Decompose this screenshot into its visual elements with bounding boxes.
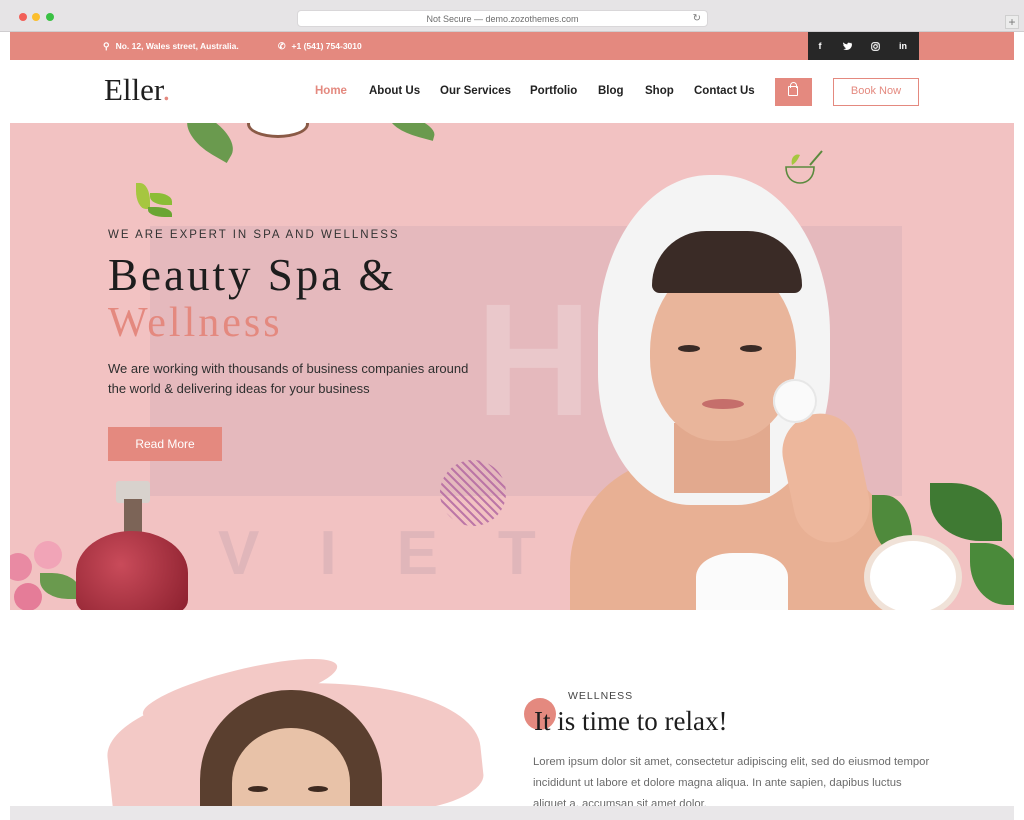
phone-text: +1 (541) 754-3010 xyxy=(291,41,362,51)
address-text: No. 12, Wales street, Australia. xyxy=(115,41,239,51)
web-page: ⚲ No. 12, Wales street, Australia. ✆ +1 (5… xyxy=(10,32,1014,806)
address-info: ⚲ No. 12, Wales street, Australia. xyxy=(103,32,239,60)
leaf-decoration xyxy=(40,573,80,599)
window-bottom-edge xyxy=(10,806,1014,820)
sprout-leaf xyxy=(148,207,172,217)
book-now-button[interactable]: Book Now xyxy=(833,78,919,106)
about-section: WELLNESS It is time to relax! Lorem ipsu… xyxy=(10,610,1014,806)
shell-decoration xyxy=(250,123,306,135)
mortar-herb-icon xyxy=(785,150,823,184)
nav-shop[interactable]: Shop xyxy=(645,60,674,123)
address-bar[interactable]: Not Secure — demo.zozothemes.com ↻ xyxy=(297,10,708,27)
sprout-icon xyxy=(136,183,150,209)
phone-info[interactable]: ✆ +1 (541) 754-3010 xyxy=(278,32,362,60)
shopping-bag-icon xyxy=(788,82,798,96)
maximize-window-dot[interactable] xyxy=(46,13,54,21)
nav-contact-us[interactable]: Contact Us xyxy=(694,60,755,123)
location-pin-icon: ⚲ xyxy=(103,41,110,51)
social-links: f in xyxy=(808,32,919,60)
leaf-decoration xyxy=(178,123,242,163)
model-portrait-eye xyxy=(308,786,328,792)
reload-icon[interactable]: ↻ xyxy=(693,11,701,27)
hero-title-line1: Beauty Spa & xyxy=(108,250,397,300)
nav-blog[interactable]: Blog xyxy=(598,60,624,123)
flower-decoration xyxy=(14,583,42,610)
minimize-window-dot[interactable] xyxy=(32,13,40,21)
model-eye xyxy=(740,345,762,352)
hero-title-line2: Wellness xyxy=(108,300,283,346)
phone-icon: ✆ xyxy=(278,41,286,51)
main-header: Eller. Home About Us Our Services Portfo… xyxy=(10,60,1014,123)
close-window-dot[interactable] xyxy=(19,13,27,21)
hero-section: H VIETN WE ARE EXPERT IN SPA AND WELLNES… xyxy=(10,123,1014,610)
model-portrait-eye xyxy=(248,786,268,792)
nav-about-us[interactable]: About Us xyxy=(369,60,420,123)
site-logo[interactable]: Eller. xyxy=(104,72,170,108)
hero-eyebrow: WE ARE EXPERT IN SPA AND WELLNESS xyxy=(108,229,400,241)
section-tag: WELLNESS xyxy=(568,690,634,702)
flower-decoration xyxy=(10,553,32,581)
model-top xyxy=(696,553,788,610)
nav-home[interactable]: Home xyxy=(315,60,347,123)
linkedin-icon[interactable]: in xyxy=(896,32,910,60)
browser-chrome: Not Secure — demo.zozothemes.com ↻ + xyxy=(0,0,1024,32)
url-text: Not Secure — demo.zozothemes.com xyxy=(426,14,579,24)
nav-our-services[interactable]: Our Services xyxy=(440,60,511,123)
section-body-text: Lorem ipsum dolor sit amet, consectetur … xyxy=(533,756,930,806)
leaf-decoration xyxy=(970,543,1014,605)
model-hair xyxy=(652,231,802,293)
section-title: It is time to relax! xyxy=(534,706,728,736)
sprout-leaf xyxy=(150,193,172,205)
flower-decoration xyxy=(34,541,62,569)
hero-description: We are working with thousands of busines… xyxy=(108,361,469,396)
model-lips xyxy=(702,399,744,409)
logo-text: Eller xyxy=(104,72,163,107)
leaf-decoration xyxy=(930,483,1002,541)
instagram-icon[interactable] xyxy=(868,32,882,60)
perfume-bottle-image xyxy=(76,531,188,610)
cotton-pad xyxy=(773,379,817,423)
twitter-icon[interactable] xyxy=(840,32,854,60)
cream-jar-image xyxy=(870,541,956,610)
watermark-letter: H xyxy=(476,270,592,449)
new-tab-button[interactable]: + xyxy=(1005,15,1019,29)
cart-button[interactable] xyxy=(775,78,812,106)
leaf-decoration xyxy=(386,123,438,141)
nav-portfolio[interactable]: Portfolio xyxy=(530,60,577,123)
perfume-neck xyxy=(124,499,142,535)
facebook-icon[interactable]: f xyxy=(813,32,827,60)
read-more-button[interactable]: Read More xyxy=(108,427,222,461)
striped-circle-decoration xyxy=(440,460,506,526)
model-eye xyxy=(678,345,700,352)
top-bar: ⚲ No. 12, Wales street, Australia. ✆ +1 (5… xyxy=(10,32,1014,60)
logo-dot: . xyxy=(162,72,171,107)
